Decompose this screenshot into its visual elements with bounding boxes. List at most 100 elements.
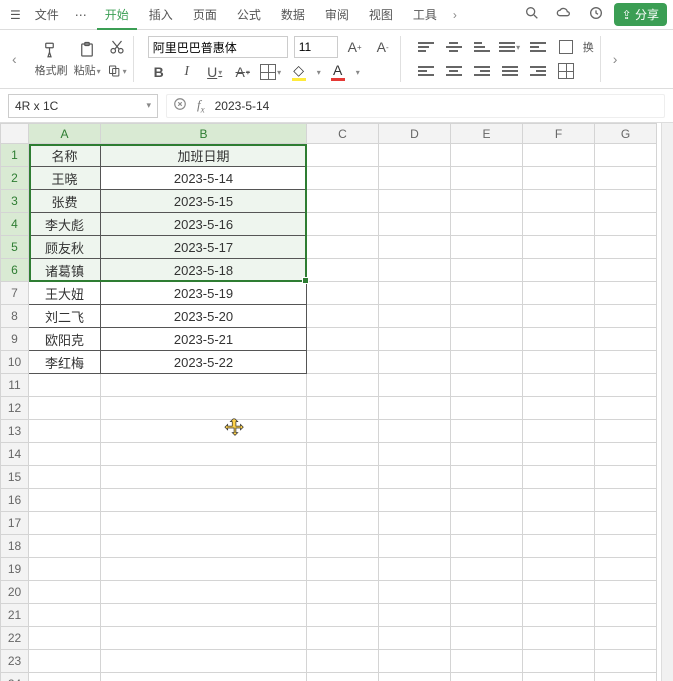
cell[interactable]	[379, 673, 451, 681]
cell[interactable]	[29, 673, 101, 681]
cell[interactable]	[379, 650, 451, 673]
cancel-formula-icon[interactable]	[173, 97, 187, 114]
cell[interactable]	[307, 213, 379, 236]
cell[interactable]	[451, 627, 523, 650]
row-header[interactable]: 13	[1, 420, 29, 443]
menu-tab-data[interactable]: 数据	[273, 0, 313, 30]
cell[interactable]: 2023-5-20	[101, 305, 307, 328]
cell[interactable]	[29, 650, 101, 673]
cell[interactable]	[101, 443, 307, 466]
cell[interactable]: 诸葛镇	[29, 259, 101, 282]
cell[interactable]	[595, 581, 657, 604]
cell[interactable]: 2023-5-21	[101, 328, 307, 351]
cell[interactable]	[451, 535, 523, 558]
cell[interactable]	[379, 420, 451, 443]
cell[interactable]	[307, 328, 379, 351]
cell[interactable]	[307, 581, 379, 604]
cell[interactable]	[307, 236, 379, 259]
cell[interactable]: 2023-5-17	[101, 236, 307, 259]
align-middle-icon[interactable]	[443, 37, 465, 57]
row-header[interactable]: 3	[1, 190, 29, 213]
cell[interactable]	[379, 397, 451, 420]
indent-dec-icon[interactable]	[527, 37, 549, 57]
cell[interactable]	[379, 512, 451, 535]
cloud-icon[interactable]	[550, 5, 578, 24]
cell[interactable]	[101, 604, 307, 627]
formula-input-area[interactable]: fx 2023-5-14	[166, 94, 665, 118]
col-header-G[interactable]: G	[595, 124, 657, 144]
fill-color-button[interactable]: ◇	[288, 63, 310, 81]
cell[interactable]	[307, 650, 379, 673]
cell[interactable]	[451, 420, 523, 443]
cell[interactable]	[523, 466, 595, 489]
ribbon-scroll-left-icon[interactable]: ‹	[8, 51, 21, 67]
italic-button[interactable]: I	[176, 62, 198, 82]
cell[interactable]	[379, 558, 451, 581]
copy-icon[interactable]: ▾	[107, 61, 127, 81]
cell[interactable]	[307, 604, 379, 627]
increase-font-icon[interactable]: A+	[344, 37, 366, 57]
cell[interactable]	[379, 443, 451, 466]
cell[interactable]: 顾友秋	[29, 236, 101, 259]
cell[interactable]	[29, 512, 101, 535]
cell[interactable]	[595, 236, 657, 259]
row-header[interactable]: 14	[1, 443, 29, 466]
cell[interactable]	[523, 581, 595, 604]
cell[interactable]	[595, 213, 657, 236]
cell[interactable]	[523, 489, 595, 512]
cell[interactable]	[29, 420, 101, 443]
col-header-E[interactable]: E	[451, 124, 523, 144]
row-header[interactable]: 19	[1, 558, 29, 581]
row-header[interactable]: 16	[1, 489, 29, 512]
cell[interactable]	[595, 512, 657, 535]
row-header[interactable]: 6	[1, 259, 29, 282]
cell[interactable]	[451, 190, 523, 213]
cell[interactable]	[595, 190, 657, 213]
row-header[interactable]: 11	[1, 374, 29, 397]
row-header[interactable]: 8	[1, 305, 29, 328]
cell[interactable]: 李红梅	[29, 351, 101, 374]
cell[interactable]	[523, 443, 595, 466]
cell[interactable]	[523, 604, 595, 627]
align-top-icon[interactable]	[415, 37, 437, 57]
cell[interactable]	[101, 581, 307, 604]
row-header[interactable]: 5	[1, 236, 29, 259]
cell[interactable]	[101, 374, 307, 397]
menu-tab-page[interactable]: 页面	[185, 0, 225, 30]
cell[interactable]	[523, 190, 595, 213]
cell[interactable]	[379, 190, 451, 213]
strikethrough-button[interactable]: A▾	[232, 62, 254, 82]
cell[interactable]	[451, 489, 523, 512]
cell[interactable]	[29, 443, 101, 466]
cell[interactable]	[379, 627, 451, 650]
cell[interactable]	[451, 374, 523, 397]
cell[interactable]	[523, 213, 595, 236]
cell[interactable]	[101, 627, 307, 650]
cell[interactable]: 2023-5-16	[101, 213, 307, 236]
name-box[interactable]: 4R x 1C ▾	[8, 94, 158, 118]
cell[interactable]	[307, 190, 379, 213]
cell[interactable]	[307, 259, 379, 282]
cell[interactable]	[523, 673, 595, 681]
cell[interactable]	[595, 374, 657, 397]
cell[interactable]	[379, 236, 451, 259]
merge-cells-button[interactable]	[555, 61, 577, 81]
row-header[interactable]: 17	[1, 512, 29, 535]
cell[interactable]	[307, 558, 379, 581]
select-all-corner[interactable]	[1, 124, 29, 144]
cell[interactable]: 加班日期	[101, 144, 307, 167]
font-size-select[interactable]	[294, 36, 338, 58]
cell[interactable]	[29, 535, 101, 558]
row-header[interactable]: 18	[1, 535, 29, 558]
cell[interactable]	[379, 282, 451, 305]
cell[interactable]	[379, 604, 451, 627]
cell[interactable]	[451, 673, 523, 681]
cell[interactable]	[595, 351, 657, 374]
cell[interactable]	[307, 489, 379, 512]
cell[interactable]	[451, 512, 523, 535]
cell[interactable]	[307, 673, 379, 681]
cell[interactable]	[523, 627, 595, 650]
cell[interactable]	[29, 558, 101, 581]
cell[interactable]	[523, 259, 595, 282]
cell[interactable]	[379, 213, 451, 236]
